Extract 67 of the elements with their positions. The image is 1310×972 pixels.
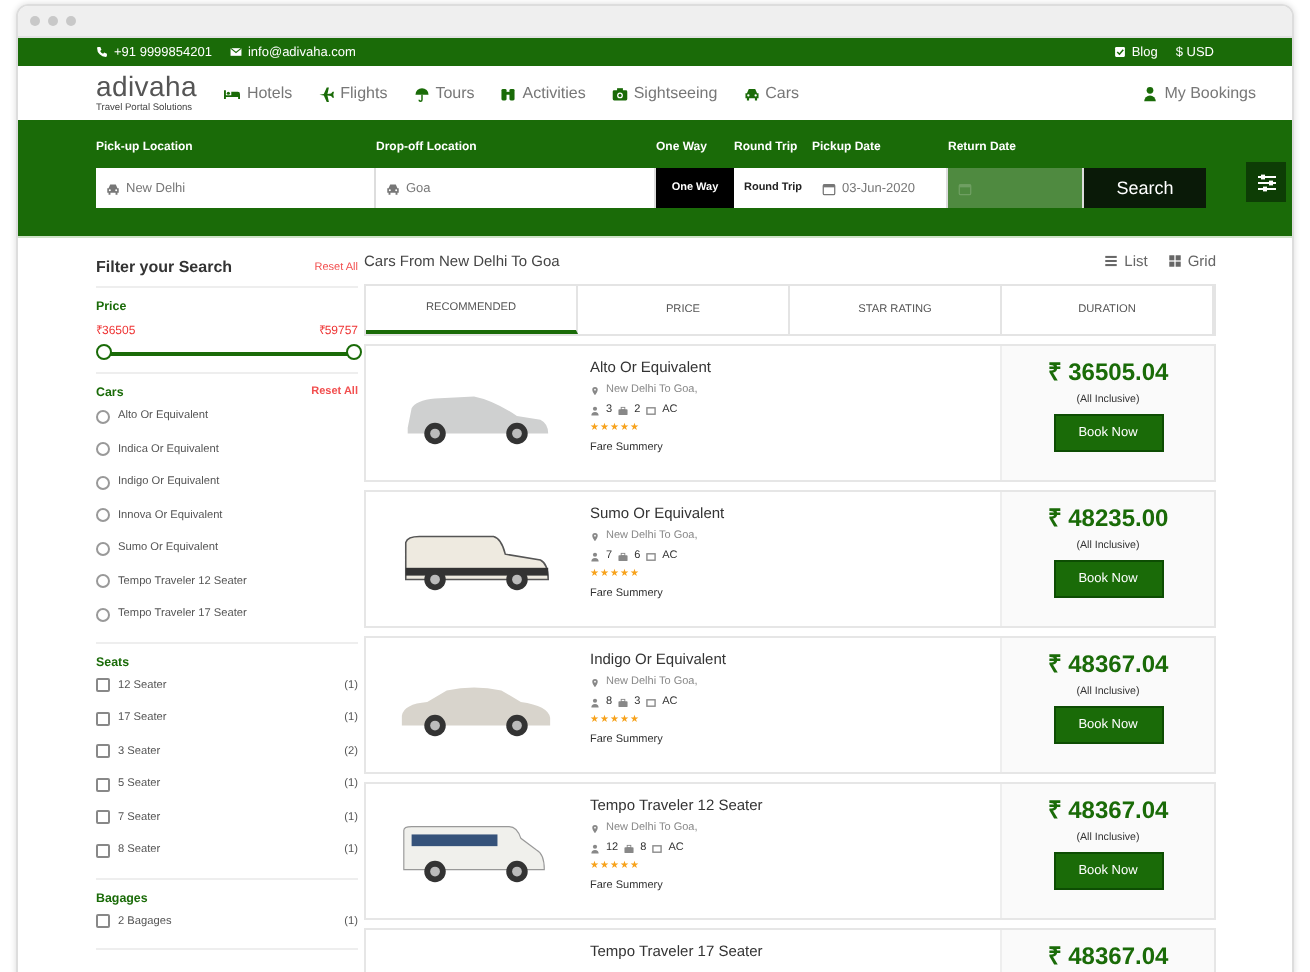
nav-link[interactable]: Tours [435, 84, 475, 102]
radio-button[interactable] [96, 409, 110, 424]
price-range-slider[interactable] [96, 344, 358, 362]
person-icon [590, 843, 600, 853]
car-icon [106, 181, 120, 195]
checkbox[interactable] [96, 843, 110, 858]
ac-icon [646, 551, 657, 561]
map-pin-icon [590, 385, 600, 395]
calendar-icon [822, 181, 836, 195]
map-pin-icon [590, 677, 600, 687]
umbrella-icon [413, 85, 430, 101]
radio-button[interactable] [96, 574, 110, 589]
map-pin-icon [590, 531, 600, 541]
camera-icon [611, 85, 628, 101]
binoculars-icon [500, 85, 517, 101]
my-bookings-link[interactable]: My Bookings [1164, 84, 1256, 102]
sliders-icon [1255, 171, 1277, 193]
window-dot-icon [66, 16, 76, 26]
bed-icon [224, 85, 241, 101]
price: ₹ 36505.04 [1047, 356, 1169, 388]
search-button[interactable]: Search [1084, 168, 1206, 208]
checkbox[interactable] [96, 678, 110, 693]
ac-icon [646, 405, 657, 415]
price: ₹ 48367.04 [1047, 794, 1169, 826]
suitcase-icon [618, 405, 629, 415]
ac-icon [652, 843, 663, 853]
suitcase-icon [618, 697, 629, 707]
phone-icon [96, 46, 108, 58]
price: ₹ 48367.04 [1047, 648, 1169, 680]
person-icon [590, 405, 600, 415]
checkbox[interactable] [96, 914, 110, 929]
logo[interactable]: adivaha [96, 71, 197, 101]
plane-icon [318, 85, 335, 101]
checkbox[interactable] [96, 711, 110, 726]
calendar-icon [958, 181, 972, 195]
map-pin-icon [590, 823, 600, 833]
user-icon [1142, 85, 1159, 101]
radio-button[interactable] [96, 607, 110, 622]
car-icon [743, 85, 760, 101]
car-icon [386, 181, 400, 195]
list-view-icon [1104, 253, 1119, 267]
window-dot-icon [30, 16, 40, 26]
email-icon [229, 46, 242, 58]
suitcase-icon [618, 551, 629, 561]
checkbox[interactable] [96, 777, 110, 792]
nav-link[interactable]: Cars [765, 84, 800, 102]
nav-link[interactable]: Hotels [246, 84, 293, 102]
blog-icon [1113, 46, 1126, 58]
person-icon [590, 551, 600, 561]
window-dot-icon [48, 16, 58, 26]
radio-button[interactable] [96, 541, 110, 556]
filter-title: Filter your Search [96, 258, 233, 276]
radio-button[interactable] [96, 475, 110, 490]
price: ₹ 48235.00 [1047, 502, 1169, 534]
grid-view-icon [1167, 253, 1182, 267]
suitcase-icon [624, 843, 635, 853]
nav-link[interactable]: Activities [522, 84, 586, 102]
radio-button[interactable] [96, 442, 110, 457]
checkbox[interactable] [96, 810, 110, 825]
ac-icon [646, 697, 657, 707]
checkbox[interactable] [96, 744, 110, 759]
price: ₹ 48367.04 [1047, 940, 1169, 972]
person-icon [590, 697, 600, 707]
filter-settings-button[interactable] [1246, 162, 1286, 202]
nav-link[interactable]: Sightseeing [633, 84, 718, 102]
nav-link[interactable]: Flights [340, 84, 388, 102]
radio-button[interactable] [96, 508, 110, 523]
